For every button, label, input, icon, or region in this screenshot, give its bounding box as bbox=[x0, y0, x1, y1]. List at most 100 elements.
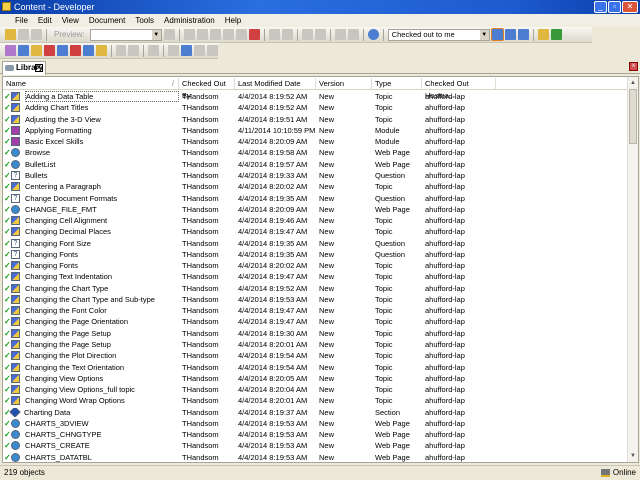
new-glossary-icon[interactable] bbox=[82, 45, 94, 56]
table-row[interactable]: ✓ CHARTS_CHNGTYPE THandsom 4/4/2014 8:19:53… bbox=[3, 429, 628, 440]
table-row[interactable]: ✓ Changing the Chart Type and Sub-type THa… bbox=[3, 294, 628, 305]
new-webpage-icon[interactable] bbox=[56, 45, 68, 56]
menu-help[interactable]: Help bbox=[220, 14, 246, 27]
table-row[interactable]: ✓ CHARTS_DATATBL THandsom 4/4/2014 8:19:53 … bbox=[3, 452, 628, 463]
table-row[interactable]: ✓ Changing Text Indentation THandsom 4/4/20… bbox=[3, 271, 628, 282]
table-row[interactable]: ✓ Changing the Chart Type THandsom 4/4/2014… bbox=[3, 283, 628, 294]
filter-select[interactable]: Checked out to me ▼ bbox=[387, 28, 490, 41]
new-assessment-icon[interactable] bbox=[128, 45, 140, 56]
find-icon[interactable] bbox=[334, 29, 346, 40]
new-role-icon[interactable] bbox=[95, 45, 107, 56]
menu-edit[interactable]: Edit bbox=[33, 14, 57, 27]
check-in-icon[interactable] bbox=[168, 45, 180, 56]
menu-tools[interactable]: Tools bbox=[130, 14, 159, 27]
close-pane-icon[interactable]: x bbox=[629, 62, 638, 71]
collapse-icon[interactable] bbox=[314, 29, 326, 40]
cell-name: ✓ Changing the Text Orientation bbox=[3, 362, 179, 372]
column-version[interactable]: Version bbox=[316, 78, 372, 89]
column-name[interactable]: Name / bbox=[3, 78, 179, 89]
table-row[interactable]: ✓ Changing Decimal Places THandsom 4/4/2014… bbox=[3, 226, 628, 237]
new-question-icon[interactable] bbox=[115, 45, 127, 56]
check-out-icon[interactable] bbox=[181, 45, 193, 56]
table-row[interactable]: ✓ Changing the Text Orientation THandsom 4/… bbox=[3, 361, 628, 372]
table-row[interactable]: ✓ Changing the Page Setup THandsom 4/4/2014… bbox=[3, 339, 628, 350]
spellcheck-icon[interactable] bbox=[347, 29, 359, 40]
chevron-down-icon[interactable]: ▼ bbox=[151, 29, 161, 40]
table-row[interactable]: ✓ Charting Data THandsom 4/4/2014 8:19:37 A… bbox=[3, 406, 628, 417]
new-module-icon[interactable] bbox=[5, 45, 16, 56]
table-row[interactable]: ✓? Change Document Formats THandsom 4/4/201… bbox=[3, 192, 628, 203]
new-package-icon[interactable] bbox=[43, 45, 55, 56]
table-row[interactable]: ✓ CHARTS_3DVIEW THandsom 4/4/2014 8:19:53 A… bbox=[3, 418, 628, 429]
close-tab-icon[interactable]: x bbox=[35, 64, 43, 72]
cell-type: Topic bbox=[375, 261, 393, 271]
folder-properties-icon[interactable] bbox=[537, 29, 549, 40]
table-row[interactable]: ✓ Changing View Options_full topic THandso… bbox=[3, 384, 628, 395]
table-row[interactable]: ✓ Browse THandsom 4/4/2014 8:19:58 AM New Web… bbox=[3, 147, 628, 158]
table-row[interactable]: ✓? Bullets THandsom 4/4/2014 8:19:33 AM New Q… bbox=[3, 170, 628, 181]
scroll-up-icon[interactable]: ▲ bbox=[628, 78, 638, 88]
table-row[interactable]: ✓? Changing Fonts THandsom 4/4/2014 8:19:35… bbox=[3, 249, 628, 260]
copy-icon[interactable] bbox=[196, 29, 208, 40]
table-row[interactable]: ✓ Adjusting the 3-D View THandsom 4/4/2014 … bbox=[3, 114, 628, 125]
undo-icon[interactable] bbox=[268, 29, 280, 40]
table-row[interactable]: ✓ Centering a Paragraph THandsom 4/4/2014 8… bbox=[3, 181, 628, 192]
table-row[interactable]: ✓ Changing Cell Alignment THandsom 4/4/2014… bbox=[3, 215, 628, 226]
go-icon[interactable] bbox=[163, 29, 175, 40]
scroll-thumb[interactable] bbox=[629, 89, 637, 144]
column-checked-out-by[interactable]: Checked Out By bbox=[179, 78, 235, 100]
menu-document[interactable]: Document bbox=[84, 14, 130, 27]
tab-library[interactable]: Library x bbox=[2, 61, 46, 75]
help-icon[interactable] bbox=[367, 29, 379, 40]
scroll-down-icon[interactable]: ▼ bbox=[628, 451, 638, 461]
column-last-modified[interactable]: Last Modified Date bbox=[235, 78, 316, 89]
table-row[interactable]: ✓ CHARTS_CREATE THandsom 4/4/2014 8:19:53 A… bbox=[3, 440, 628, 451]
column-hostname[interactable]: Checked Out Hostna... bbox=[422, 78, 496, 100]
expand-icon[interactable] bbox=[301, 29, 313, 40]
new-book-icon[interactable] bbox=[69, 45, 81, 56]
table-row[interactable]: ✓ Changing the Page Setup THandsom 4/4/2014… bbox=[3, 328, 628, 339]
close-button[interactable]: ✕ bbox=[622, 1, 638, 13]
open-icon[interactable] bbox=[5, 29, 16, 40]
table-row[interactable]: ✓ Adding Chart Titles THandsom 4/4/2014 8:1… bbox=[3, 102, 628, 113]
save-icon[interactable] bbox=[18, 29, 29, 40]
vertical-scrollbar[interactable]: ▲ ▼ bbox=[627, 77, 638, 462]
properties-icon[interactable] bbox=[235, 29, 247, 40]
horizontal-split-icon[interactable] bbox=[504, 29, 516, 40]
item-name: Change Document Formats bbox=[25, 193, 118, 203]
new-document-icon[interactable] bbox=[148, 45, 160, 56]
column-type[interactable]: Type bbox=[372, 78, 422, 89]
preview-select[interactable]: ▼ bbox=[89, 28, 162, 41]
refresh-icon[interactable] bbox=[550, 29, 562, 40]
table-row[interactable]: ✓ Changing the Plot Direction THandsom 4/4/… bbox=[3, 350, 628, 361]
table-row[interactable]: ✓ Changing the Font Color THandsom 4/4/2014… bbox=[3, 305, 628, 316]
menu-file[interactable]: File bbox=[10, 14, 33, 27]
table-row[interactable]: ✓? Changing Font Size THandsom 4/4/2014 8:1… bbox=[3, 237, 628, 248]
redo-icon[interactable] bbox=[281, 29, 293, 40]
menu-view[interactable]: View bbox=[57, 14, 84, 27]
maximize-button[interactable]: ▫ bbox=[608, 1, 621, 13]
table-row[interactable]: ✓ Changing Word Wrap Options THandsom 4/4/2… bbox=[3, 395, 628, 406]
minimize-button[interactable]: _ bbox=[594, 1, 607, 13]
paste-icon[interactable] bbox=[209, 29, 221, 40]
table-row[interactable]: ✓ Basic Excel Skills THandsom 4/4/2014 8:20… bbox=[3, 136, 628, 147]
find-usage-icon[interactable] bbox=[248, 29, 260, 40]
lock-icon[interactable] bbox=[194, 45, 206, 56]
vertical-split-icon[interactable] bbox=[517, 29, 529, 40]
chevron-down-icon[interactable]: ▼ bbox=[479, 29, 489, 40]
table-row[interactable]: ✓ Changing the Page Orientation THandsom 4/… bbox=[3, 316, 628, 327]
delete-icon[interactable] bbox=[222, 29, 234, 40]
cut-icon[interactable] bbox=[183, 29, 195, 40]
table-row[interactable]: ✓ Changing View Options THandsom 4/4/2014 8… bbox=[3, 373, 628, 384]
table-row[interactable]: ✓ Applying Formatting THandsom 4/11/2014 10… bbox=[3, 125, 628, 136]
table-row[interactable]: ✓ BulletList THandsom 4/4/2014 8:19:57 AM Ne… bbox=[3, 159, 628, 170]
new-topic-icon[interactable] bbox=[30, 45, 42, 56]
details-view-icon[interactable] bbox=[490, 28, 504, 41]
unlock-icon[interactable] bbox=[207, 45, 219, 56]
menu-administration[interactable]: Administration bbox=[159, 14, 220, 27]
print-icon[interactable] bbox=[31, 29, 42, 40]
new-section-icon[interactable] bbox=[17, 45, 29, 56]
table-row[interactable]: ✓ Changing Fonts THandsom 4/4/2014 8:20:02 … bbox=[3, 260, 628, 271]
table-row[interactable]: ✓ CHANGE_FILE_FMT THandsom 4/4/2014 8:20:09… bbox=[3, 204, 628, 215]
table-row[interactable]: ✓ Adding a Data Table THandsom 4/4/2014 8:1… bbox=[3, 91, 628, 103]
